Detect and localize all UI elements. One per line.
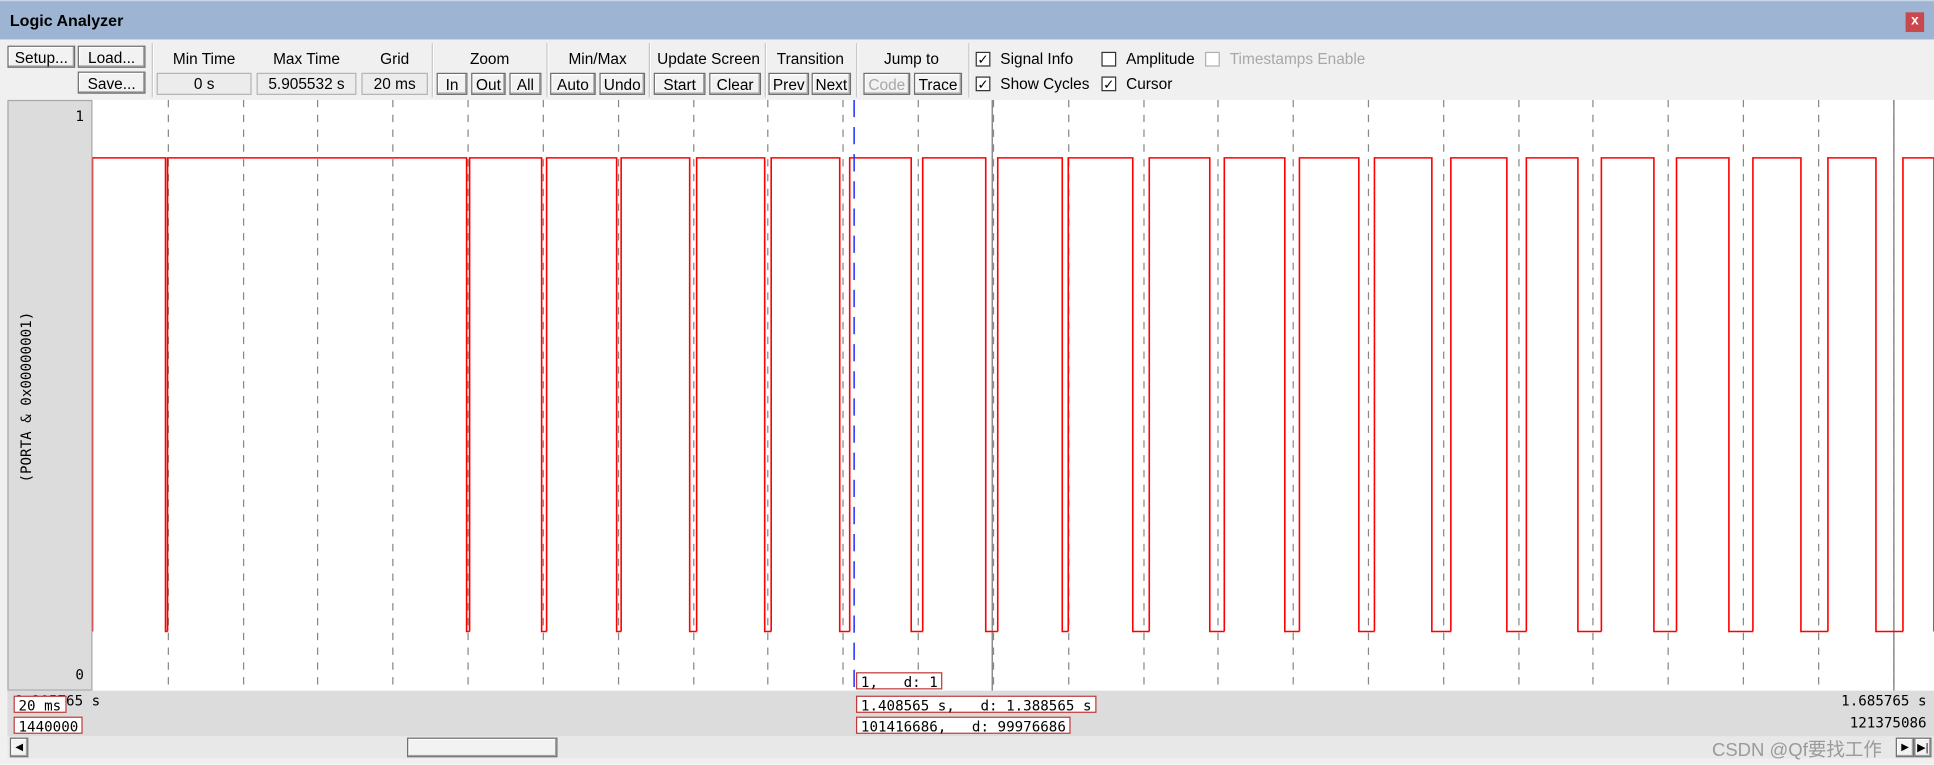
signal-info-checkbox[interactable]: ✓	[975, 51, 991, 68]
signal-pulse	[1067, 157, 1150, 633]
load-button[interactable]: Load...	[77, 45, 146, 68]
amplitude-checkbox[interactable]	[1101, 51, 1117, 67]
zoom-out-button[interactable]: Out	[471, 72, 506, 95]
cursor-cycles-box: 101416686, d: 99976686	[855, 716, 1071, 735]
jump-trace-button[interactable]: Trace	[913, 72, 963, 95]
timestamps-enable-label: Timestamps Enable	[1229, 50, 1366, 68]
zoom-label: Zoom	[469, 50, 510, 68]
cursor-checkbox[interactable]: ✓	[1101, 76, 1117, 93]
y-max-label: 1	[75, 107, 84, 125]
signal-pulse	[166, 157, 470, 633]
signal-pulse	[1752, 157, 1828, 633]
setup-button[interactable]: Setup...	[7, 45, 76, 68]
grid-box: 20 ms	[13, 695, 67, 714]
scroll-end-icon[interactable]: ▶|	[1914, 737, 1932, 758]
signal-pulse	[848, 157, 923, 633]
save-button[interactable]: Save...	[77, 71, 146, 94]
update-screen-label: Update Screen	[657, 50, 761, 68]
window-title: Logic Analyzer	[9, 11, 124, 30]
close-icon[interactable]: x	[1905, 12, 1925, 33]
timestamps-enable-checkbox[interactable]	[1205, 51, 1220, 67]
signal-pulse	[1827, 157, 1903, 633]
grid-value: 20 ms	[361, 72, 428, 95]
watermark: CSDN @Qf要找工作	[1711, 740, 1882, 762]
signal-pulse	[468, 157, 547, 633]
scroll-right-icon[interactable]: ▶	[1895, 737, 1915, 758]
signal-pulse	[620, 157, 697, 633]
signal-pulse	[1902, 157, 1934, 632]
grid-label: Grid	[380, 50, 410, 68]
signal-pulse	[1373, 157, 1451, 633]
logic-analyzer-window: Logic Analyzer x Setup... Load... Save..…	[0, 0, 1934, 765]
minmax-label: Min/Max	[568, 50, 627, 68]
signal-pulse	[695, 157, 772, 633]
next-transition-button[interactable]: Next	[811, 72, 852, 95]
cursor-label: Cursor	[1126, 75, 1173, 93]
auto-button[interactable]: Auto	[550, 72, 596, 95]
signal-name-panel[interactable]: 1 0 (PORTA & 0x00000001)	[7, 99, 93, 691]
signal-pulse	[545, 157, 622, 633]
signal-pulse	[996, 157, 1069, 633]
show-cycles-checkbox[interactable]: ✓	[975, 76, 991, 93]
max-time-label: Max Time	[273, 50, 340, 68]
waveform-svg	[92, 99, 1934, 691]
amplitude-label: Amplitude	[1126, 50, 1195, 68]
zoom-in-button[interactable]: In	[436, 72, 468, 95]
signal-pulse	[1298, 157, 1375, 633]
signal-pulse	[1600, 157, 1677, 633]
title-bar: Logic Analyzer x	[0, 0, 1934, 40]
signal-pulse	[1148, 157, 1225, 633]
max-time-value: 5.905532 s	[256, 72, 357, 95]
divider	[151, 43, 155, 98]
min-time-label: Min Time	[172, 50, 236, 68]
jump-to-label: Jump to	[884, 50, 939, 68]
cursor-time-box: 1.408565 s, d: 1.388565 s	[855, 695, 1097, 714]
signal-pulse	[1223, 157, 1300, 633]
signal-pulse	[1675, 157, 1753, 633]
cursor-value-box: 1, d: 1	[855, 672, 943, 691]
divider	[968, 43, 971, 98]
signal-info-label: Signal Info	[1000, 50, 1074, 68]
signal-pulse	[1525, 157, 1602, 633]
prev-transition-button[interactable]: Prev	[768, 72, 810, 95]
signal-pulse	[921, 157, 998, 633]
clear-button[interactable]: Clear	[709, 72, 762, 95]
cycles-box: 1440000	[13, 716, 84, 735]
transition-label: Transition	[776, 50, 844, 68]
signal-name: (PORTA & 0x00000001)	[17, 311, 35, 483]
horizontal-scrollbar[interactable]: ◀ CSDN @Qf要找工作 ▶ ▶|	[7, 736, 1934, 761]
jump-code-button[interactable]: Code	[863, 72, 911, 95]
min-time-value: 0 s	[156, 72, 252, 95]
time-info-strip: 1.205765 s 86815086 20 ms 1440000 1.4085…	[7, 690, 1934, 737]
zoom-all-button[interactable]: All	[509, 72, 542, 95]
signal-pulse	[92, 157, 168, 633]
scroll-left-icon[interactable]: ◀	[9, 737, 29, 758]
y-min-label: 0	[75, 666, 84, 684]
start-button[interactable]: Start	[653, 72, 706, 95]
signal-pulse	[770, 157, 850, 633]
signal-pulse	[1450, 157, 1527, 633]
undo-button[interactable]: Undo	[599, 72, 646, 95]
waveform-plot[interactable]: 1, d: 1	[92, 99, 1934, 691]
right-time-label: 1.685765 s	[1841, 691, 1927, 710]
show-cycles-label: Show Cycles	[1000, 75, 1090, 93]
right-cycles-label: 121375086	[1849, 714, 1927, 732]
scroll-thumb[interactable]	[407, 737, 558, 758]
